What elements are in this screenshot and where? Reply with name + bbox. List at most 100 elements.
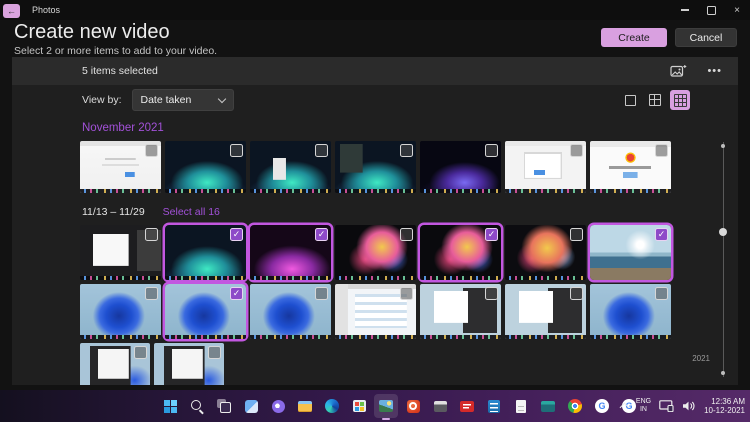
photo-thumbnail[interactable]: ✓ [590, 225, 671, 280]
minimize-icon [681, 9, 689, 11]
widgets-icon[interactable] [239, 394, 263, 418]
view-by-dropdown[interactable]: Date taken [132, 89, 234, 111]
see-more-icon[interactable]: ••• [707, 65, 722, 77]
cast-display-icon[interactable] [659, 400, 674, 412]
thumbnail-checkbox[interactable] [570, 287, 583, 300]
photo-thumbnail[interactable] [505, 141, 586, 193]
photo-thumbnail[interactable] [420, 141, 501, 193]
thumbnail-checkbox[interactable] [145, 228, 158, 241]
chat-icon[interactable] [266, 394, 290, 418]
photo-thumbnail[interactable] [250, 141, 331, 193]
selection-status: 5 items selected [82, 65, 158, 77]
notepad-icon[interactable] [509, 394, 533, 418]
photo-thumbnail[interactable] [505, 284, 586, 339]
photo-thumbnail[interactable] [80, 343, 150, 385]
thumbnail-checkbox[interactable] [400, 144, 413, 157]
photos-icon[interactable] [374, 394, 398, 418]
thumbnail-checkbox[interactable]: ✓ [230, 228, 243, 241]
photo-grid: ✓ ✓ ✓ ✓ ✓ [80, 225, 680, 385]
thumbnail-checkbox[interactable] [145, 144, 158, 157]
thumbnail-checkbox[interactable]: ✓ [230, 287, 243, 300]
photo-grid [80, 141, 680, 193]
photo-thumbnail[interactable] [335, 141, 416, 193]
printer-icon[interactable] [428, 394, 452, 418]
photo-thumbnail[interactable]: ✓ [165, 225, 246, 280]
thumbnail-checkbox[interactable] [315, 144, 328, 157]
photo-thumbnail[interactable] [590, 141, 671, 193]
header-actions: Create Cancel [601, 28, 737, 47]
thumbnail-checkbox[interactable] [570, 228, 583, 241]
create-button[interactable]: Create [601, 28, 667, 47]
timeline-scrollbar[interactable] [721, 142, 725, 377]
photo-thumbnail[interactable] [420, 284, 501, 339]
system-tray: ENG IN 12:36 AM 10-12-2021 [621, 390, 745, 422]
photo-thumbnail[interactable]: ✓ [250, 225, 331, 280]
speaker-icon[interactable] [682, 400, 696, 412]
thumbnail-checkbox[interactable] [208, 346, 221, 359]
tray-time: 12:36 AM [704, 397, 745, 407]
timeline-year-label: 2021 [692, 354, 710, 363]
date-range-label: 11/13 – 11/29 [82, 206, 145, 218]
reader-icon[interactable] [482, 394, 506, 418]
folder-dark-icon[interactable] [536, 394, 560, 418]
explorer-icon[interactable] [293, 394, 317, 418]
back-button[interactable]: ← [3, 4, 20, 18]
edge-icon[interactable] [320, 394, 344, 418]
thumbnail-checkbox[interactable] [145, 287, 158, 300]
photo-thumbnail[interactable] [80, 284, 161, 339]
photo-section: 11/13 – 11/29 Select all 16 ✓ ✓ ✓ ✓ ✓ [80, 206, 738, 385]
store-icon[interactable] [347, 394, 371, 418]
thumbnail-checkbox[interactable] [570, 144, 583, 157]
google-icon[interactable] [590, 394, 614, 418]
office-icon[interactable] [401, 394, 425, 418]
hidden-icons-chevron-icon[interactable] [619, 403, 629, 413]
view-size-large-button[interactable] [620, 90, 640, 110]
photo-thumbnail[interactable] [154, 343, 224, 385]
photo-thumbnail[interactable] [250, 284, 331, 339]
thumbnail-checkbox[interactable] [230, 144, 243, 157]
photo-thumbnail[interactable] [335, 284, 416, 339]
timeline-track [723, 142, 724, 377]
chrome-icon[interactable] [563, 394, 587, 418]
select-all-link[interactable]: Select all 16 [163, 206, 220, 218]
maximize-button[interactable] [698, 0, 724, 20]
photo-thumbnail[interactable] [80, 225, 161, 280]
thumbnail-checkbox[interactable] [400, 228, 413, 241]
muo-icon[interactable] [455, 394, 479, 418]
thumbnail-checkbox[interactable] [485, 287, 498, 300]
start-icon[interactable] [158, 394, 182, 418]
close-button[interactable]: × [724, 0, 750, 20]
section-month-title: November 2021 [82, 122, 738, 134]
language-indicator[interactable]: ENG IN [636, 398, 651, 414]
titlebar: ← Photos × [0, 0, 750, 20]
photo-thumbnail[interactable] [165, 141, 246, 193]
thumbnail-checkbox[interactable] [400, 287, 413, 300]
photo-thumbnail[interactable] [590, 284, 671, 339]
task-view-icon[interactable] [212, 394, 236, 418]
section-range-row: 11/13 – 11/29 Select all 16 [82, 206, 738, 218]
thumbnail-checkbox[interactable] [485, 144, 498, 157]
cancel-button[interactable]: Cancel [675, 28, 737, 47]
search-icon[interactable] [185, 394, 209, 418]
photo-thumbnail[interactable] [80, 141, 161, 193]
view-size-medium-button[interactable] [645, 90, 665, 110]
back-arrow-icon: ← [7, 6, 16, 16]
view-size-small-button[interactable] [670, 90, 690, 110]
thumbnail-checkbox[interactable]: ✓ [485, 228, 498, 241]
thumbnail-checkbox[interactable] [655, 144, 668, 157]
thumbnail-checkbox[interactable]: ✓ [315, 228, 328, 241]
thumbnail-checkbox[interactable]: ✓ [655, 228, 668, 241]
minimize-button[interactable] [672, 0, 698, 20]
thumbnail-checkbox[interactable] [315, 287, 328, 300]
clock[interactable]: 12:36 AM 10-12-2021 [704, 397, 745, 416]
selection-panel: 5 items selected ••• View by: Date taken [12, 57, 738, 385]
photo-thumbnail[interactable] [505, 225, 586, 280]
photo-thumbnail[interactable]: ✓ [165, 284, 246, 339]
thumbnail-checkbox[interactable] [134, 346, 147, 359]
thumbnail-checkbox[interactable] [655, 287, 668, 300]
photo-thumbnail[interactable]: ✓ [420, 225, 501, 280]
photo-thumbnail[interactable] [335, 225, 416, 280]
timeline-handle[interactable] [719, 228, 727, 236]
slideshow-icon[interactable] [670, 64, 687, 78]
window-controls: × [672, 0, 750, 20]
